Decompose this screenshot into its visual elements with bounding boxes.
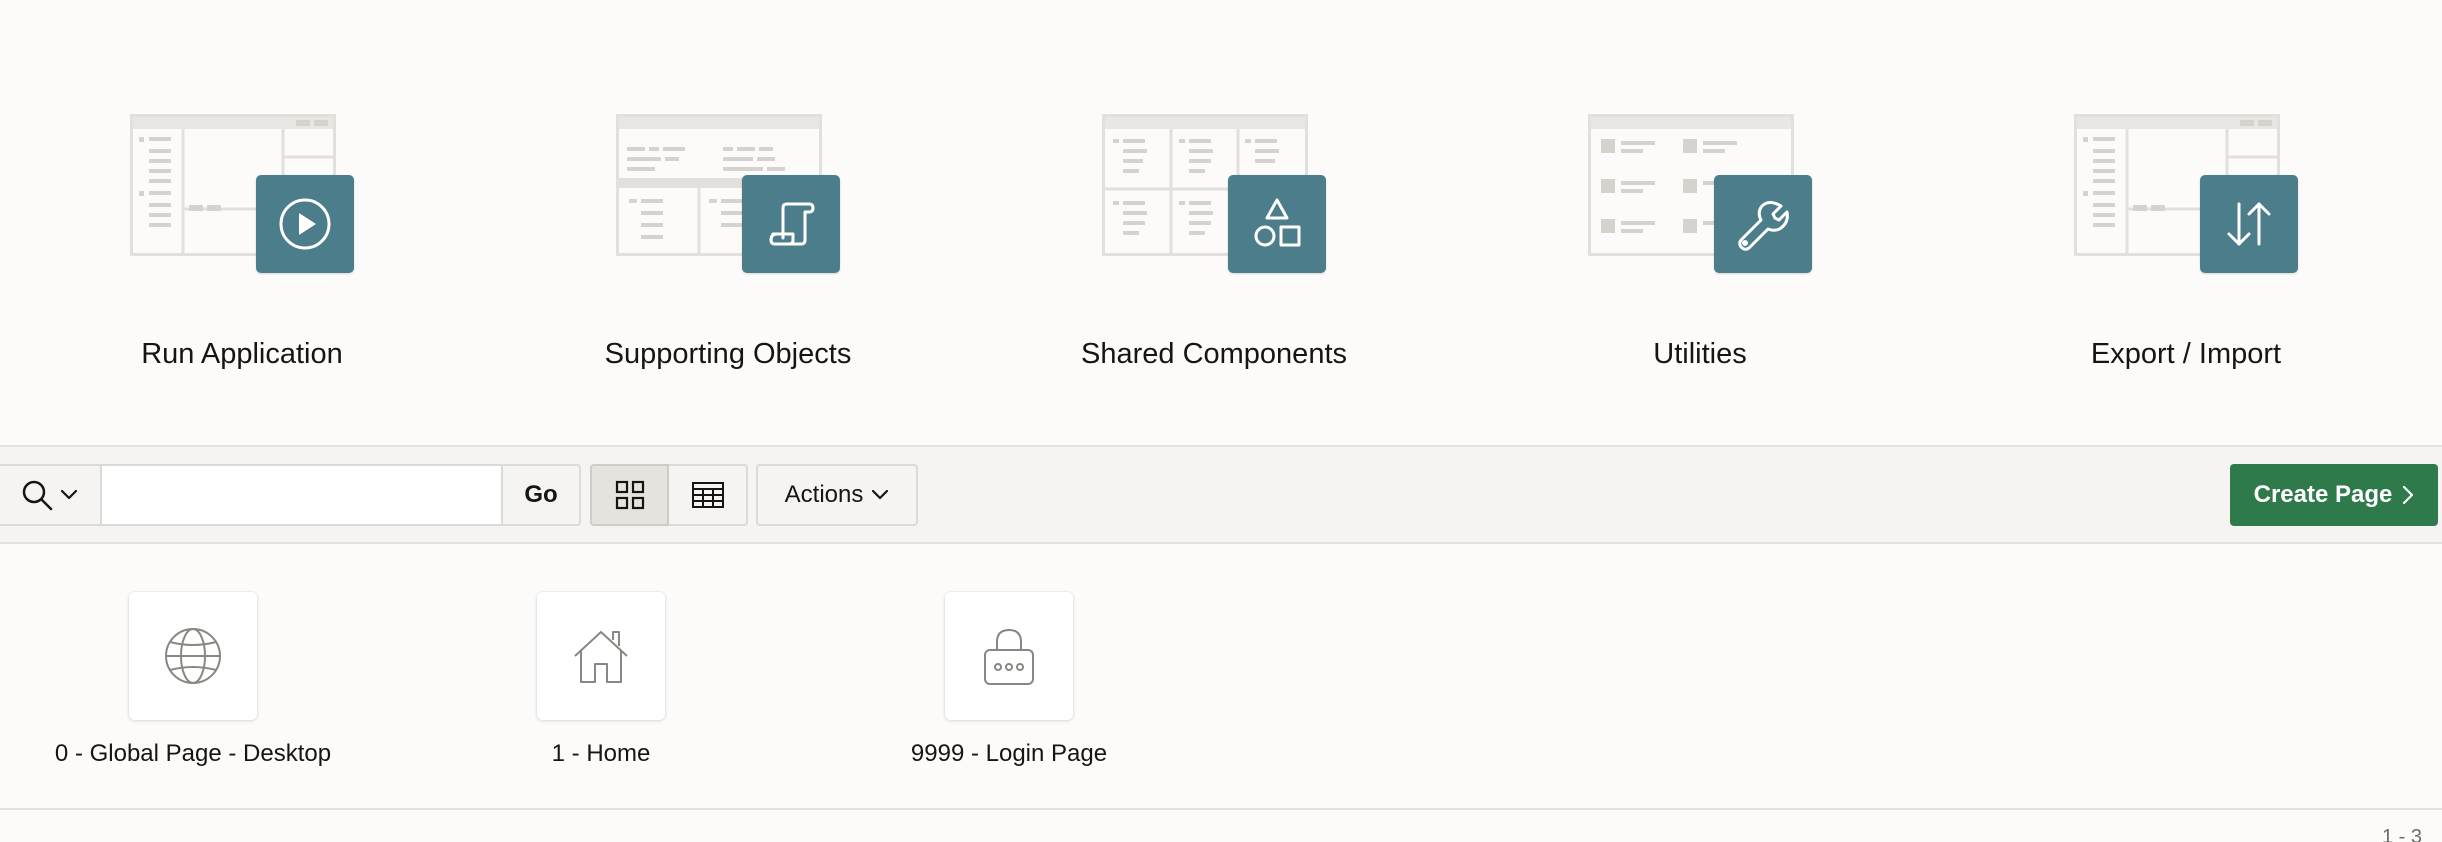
chevron-down-icon (872, 489, 889, 500)
tile-run-application[interactable]: Run Application (62, 108, 422, 378)
scroll-icon (742, 175, 840, 273)
shapes-icon (1228, 175, 1326, 273)
report-view-button[interactable] (669, 464, 748, 526)
arrows-up-down-icon (2200, 175, 2298, 273)
search-icon (22, 480, 53, 511)
create-page-label: Create Page (2253, 481, 2393, 508)
page-label: 0 - Global Page - Desktop (54, 740, 332, 767)
view-toggle (590, 464, 748, 526)
chevron-right-icon (2403, 485, 2414, 505)
actions-label: Actions (784, 481, 864, 508)
divider (0, 808, 2442, 810)
run-application-illustration (130, 108, 354, 276)
tile-label: Utilities (1653, 338, 1747, 370)
chevron-down-icon (60, 489, 78, 500)
play-icon (256, 175, 354, 273)
tile-label: Supporting Objects (604, 338, 852, 370)
export-import-illustration (2074, 108, 2298, 276)
page-icon-box (945, 592, 1073, 720)
globe-icon (165, 628, 221, 684)
search-input[interactable] (100, 464, 503, 526)
page-list: 0 - Global Page - Desktop 1 - Home 9999 … (0, 544, 2442, 810)
tile-utilities[interactable]: Utilities (1520, 108, 1880, 378)
page-card-login[interactable]: 9999 - Login Page (849, 592, 1169, 782)
toolbar: Go Actions Create Page (0, 445, 2442, 544)
page-icon-box (129, 592, 257, 720)
grid-icon (615, 480, 644, 510)
tile-shared-components[interactable]: Shared Components (1034, 108, 1394, 378)
create-page-button[interactable]: Create Page (2230, 464, 2438, 526)
utilities-illustration (1588, 108, 1812, 276)
page-icon-box (537, 592, 665, 720)
search-options-button[interactable] (0, 464, 100, 526)
tile-label: Export / Import (2090, 338, 2282, 370)
tile-supporting-objects[interactable]: Supporting Objects (548, 108, 908, 378)
supporting-objects-illustration (616, 108, 840, 276)
page-card-global[interactable]: 0 - Global Page - Desktop (33, 592, 353, 782)
shared-components-illustration (1102, 108, 1326, 276)
lock-icon (984, 628, 1034, 685)
table-icon (691, 482, 724, 508)
tile-label: Run Application (141, 338, 343, 370)
go-button[interactable]: Go (503, 464, 581, 526)
page-card-home[interactable]: 1 - Home (441, 592, 761, 782)
tile-export-import[interactable]: Export / Import (2006, 108, 2366, 378)
app-tiles: Run Application Supporting Objects Share… (0, 0, 2442, 445)
wrench-icon (1714, 175, 1812, 273)
pagination-label: 1 - 3 (2381, 826, 2422, 842)
icon-view-button[interactable] (590, 464, 669, 526)
actions-menu-button[interactable]: Actions (756, 464, 918, 526)
home-icon (574, 631, 628, 683)
page-label: 9999 - Login Page (910, 740, 1108, 767)
tile-label: Shared Components (1081, 338, 1347, 370)
page-label: 1 - Home (551, 740, 651, 767)
